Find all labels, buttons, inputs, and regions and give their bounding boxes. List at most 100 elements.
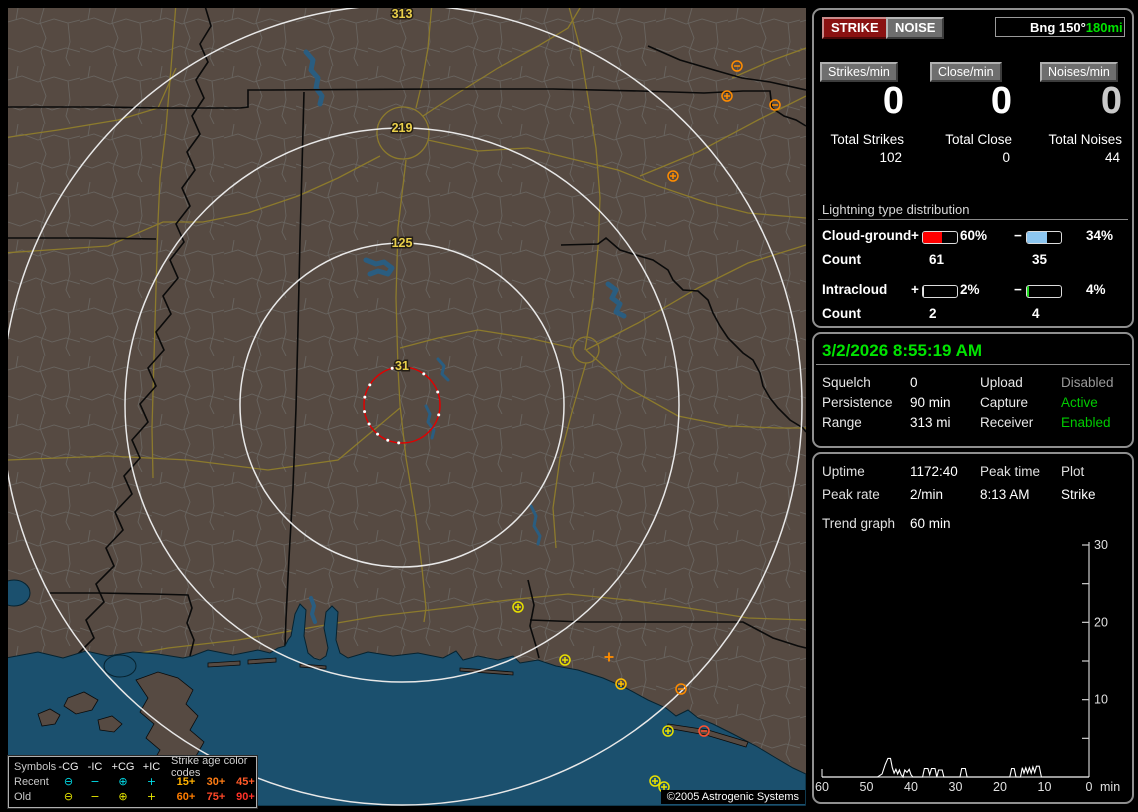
ic-plus-bar: [922, 285, 958, 298]
bearing-distance: 180mi: [1085, 19, 1123, 35]
svg-text:10: 10: [1094, 693, 1108, 707]
legend-col-cg-minus: -CG: [58, 760, 79, 773]
cg-minus-pct: 34%: [1086, 228, 1114, 243]
persistence-label: Persistence: [822, 395, 893, 410]
intracloud-row: Intracloud + 2% − 4%: [814, 282, 1132, 302]
cg-plus-fill: [923, 232, 943, 243]
range-label: Range: [822, 415, 862, 430]
receiver-value: Enabled: [1061, 415, 1111, 430]
map-legend: Symbols -CG -IC +CG +IC Strike age color…: [7, 755, 258, 809]
persistence-value: 90 min: [910, 395, 951, 410]
legend-recent-label: Recent: [14, 775, 49, 788]
noises-per-min-button[interactable]: Noises/min: [1040, 62, 1118, 82]
close-per-min-value: 0: [990, 80, 1012, 122]
strike-counters-panel: STRIKE NOISE Bng 150° 180mi Strikes/min …: [812, 8, 1134, 328]
age-old-60: 60+: [176, 790, 196, 803]
svg-text:30: 30: [1094, 538, 1108, 552]
uptime-value: 1172:40: [910, 464, 958, 479]
legend-symbols-header: Symbols: [14, 760, 57, 773]
svg-text:30: 30: [949, 780, 963, 794]
total-noises-value: 44: [1104, 150, 1120, 165]
bearing-readout: Bng 150° 180mi: [995, 17, 1125, 37]
capture-value: Active: [1061, 395, 1098, 410]
ic-plus-fill: [923, 286, 924, 297]
lightning-map[interactable]: 313 219 125 31 Symbols -CG -IC +CG +IC Stri…: [0, 2, 807, 809]
age-recent-45: 45+: [236, 775, 255, 788]
noises-per-min-value: 0: [1100, 80, 1122, 122]
ic-count-label: Count: [822, 306, 861, 321]
capture-label: Capture: [980, 395, 1029, 410]
svg-text:313: 313: [392, 8, 413, 21]
svg-text:50: 50: [860, 780, 874, 794]
old-ic-plus-icon: +: [146, 790, 157, 803]
total-strikes-value: 102: [879, 150, 902, 165]
legend-col-cg-plus: +CG: [111, 760, 135, 773]
old-cg-plus-icon: ⊕: [118, 790, 128, 803]
map-canvas[interactable]: 313 219 125 31: [0, 2, 807, 807]
uptime-label: Uptime: [822, 464, 865, 479]
svg-text:40: 40: [904, 780, 918, 794]
squelch-value: 0: [910, 375, 918, 390]
cloud-ground-count-row: Count 61 35: [814, 252, 1132, 272]
legend-old-label: Old: [14, 790, 32, 803]
ic-minus-sign: −: [1014, 282, 1022, 297]
recent-ic-plus-icon: +: [146, 775, 157, 788]
ic-minus-bar: [1026, 285, 1062, 298]
peak-time-value: 8:13 AM: [980, 487, 1030, 502]
old-cg-minus-icon: ⊖: [63, 790, 74, 803]
status-divider: [816, 364, 1130, 365]
ic-plus-pct: 2%: [960, 282, 980, 297]
cg-minus-fill: [1027, 232, 1047, 243]
svg-text:125: 125: [392, 236, 413, 250]
svg-text:219: 219: [392, 121, 413, 135]
svg-text:min: min: [1100, 780, 1120, 794]
upload-value: Disabled: [1061, 375, 1114, 390]
svg-text:20: 20: [993, 780, 1007, 794]
squelch-label: Squelch: [822, 375, 871, 390]
trend-graph-row: Trend graph 60 min: [814, 516, 1132, 534]
trend-window-value: 60 min: [910, 516, 951, 531]
status-row: Persistence 90 min Capture Active: [814, 395, 1132, 413]
bearing-label: Bng 150°: [1030, 19, 1086, 35]
plot-label: Plot: [1061, 464, 1085, 479]
strike-mode-button[interactable]: STRIKE: [822, 17, 888, 39]
uptime-row: Uptime 1172:40 Peak time Plot: [814, 464, 1132, 482]
noises-counter-column: Noises/min 0 Total Noises 44: [1040, 62, 1122, 172]
close-per-min-button[interactable]: Close/min: [930, 62, 1002, 82]
intracloud-count-row: Count 2 4: [814, 306, 1132, 326]
current-datetime: 3/2/2026 8:55:19 AM: [822, 341, 983, 360]
cg-minus-sign: −: [1014, 228, 1022, 243]
close-counter-column: Close/min 0 Total Close 0: [930, 62, 1012, 172]
strikes-per-min-value: 0: [882, 80, 904, 122]
cg-plus-sign: +: [911, 228, 919, 243]
peak-rate-row: Peak rate 2/min 8:13 AM Strike: [814, 487, 1132, 505]
upload-label: Upload: [980, 375, 1023, 390]
plot-value: Strike: [1061, 487, 1096, 502]
peak-time-label: Peak time: [980, 464, 1041, 479]
strikes-per-min-button[interactable]: Strikes/min: [820, 62, 898, 82]
cg-plus-bar: [922, 231, 958, 244]
cg-minus-count: 35: [1032, 252, 1048, 267]
recent-cg-minus-icon: ⊖: [63, 775, 74, 788]
ic-minus-count: 4: [1032, 306, 1040, 321]
peak-rate-value: 2/min: [910, 487, 944, 502]
total-close-label: Total Close: [945, 132, 1012, 147]
total-strikes-label: Total Strikes: [830, 132, 904, 147]
noise-mode-button[interactable]: NOISE: [886, 17, 945, 39]
svg-text:20: 20: [1094, 615, 1108, 629]
cg-plus-pct: 60%: [960, 228, 988, 243]
peak-rate-label: Peak rate: [822, 487, 880, 502]
ic-minus-fill: [1027, 286, 1030, 297]
trend-graph-chart: 10 20 30 60 50 40 30 20 10 0 min: [815, 538, 1120, 794]
intracloud-label: Intracloud: [822, 282, 888, 297]
svg-text:0: 0: [1086, 780, 1093, 794]
ic-plus-count: 2: [929, 306, 937, 321]
age-recent-30: 30+: [206, 775, 226, 788]
trend-graph-label: Trend graph: [822, 516, 896, 531]
cloud-ground-row: Cloud-ground + 60% − 34%: [814, 228, 1132, 248]
age-recent-15: 15+: [176, 775, 196, 788]
ic-minus-pct: 4%: [1086, 282, 1106, 297]
distribution-title: Lightning type distribution: [822, 202, 970, 217]
age-old-75: 75+: [206, 790, 226, 803]
status-row: Squelch 0 Upload Disabled: [814, 375, 1132, 393]
